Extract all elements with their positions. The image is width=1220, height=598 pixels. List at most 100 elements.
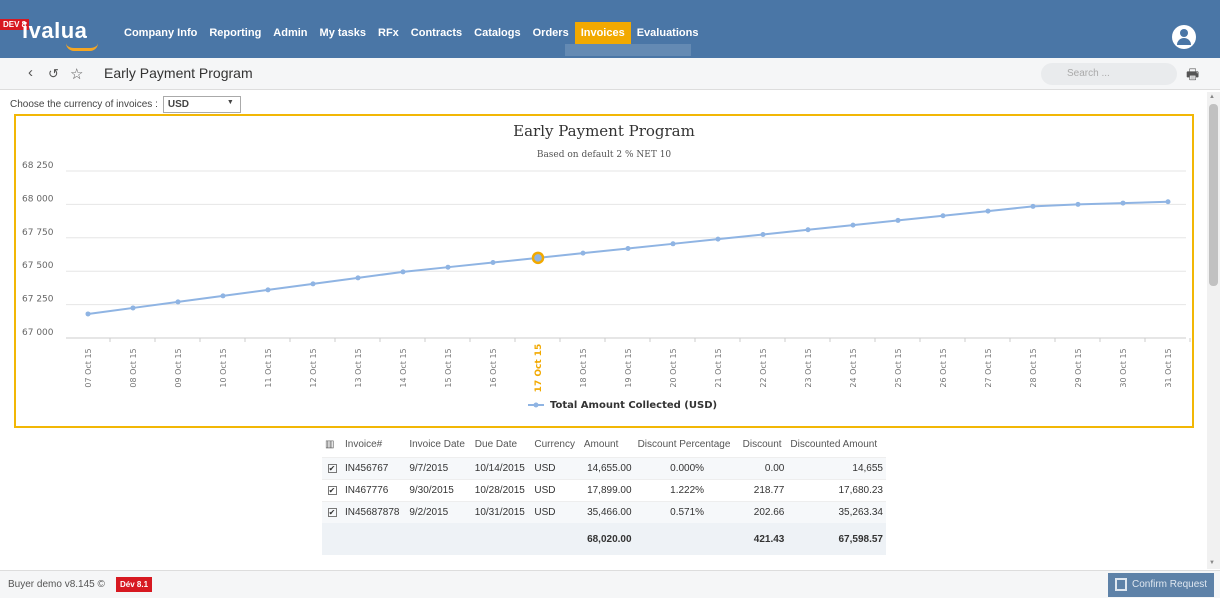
col-discount[interactable]: Discount [740, 432, 788, 457]
total-discounted: 67,598.57 [787, 523, 886, 555]
cell-amount: 35,466.00 [587, 506, 632, 518]
scroll-up-arrow-icon[interactable]: ▲ [1209, 94, 1215, 100]
data-point [85, 311, 91, 317]
data-point [130, 305, 136, 311]
data-point [1165, 199, 1171, 205]
nav-company-info[interactable]: Company Info [118, 24, 203, 44]
x-tick-label: 31 Oct 15 [1164, 348, 1173, 387]
cell-discount: 202.66 [753, 506, 785, 518]
data-point [175, 299, 181, 305]
y-tick-label: 68 000 [22, 194, 54, 204]
table-row[interactable]: ✔ IN45687878 9/2/2015 10/31/2015 USD 35,… [322, 501, 886, 523]
cell-due-date: 10/28/2015 [474, 484, 525, 496]
footer-version: Buyer demo v8.145 © [8, 579, 105, 590]
x-tick-label: 30 Oct 15 [1119, 348, 1128, 387]
x-tick-label: 12 Oct 15 [309, 348, 318, 387]
column-chooser-icon[interactable]: ▥ [322, 432, 342, 457]
cell-invoice-date: 9/7/2015 [409, 462, 449, 474]
cell-discounted: 35,263.34 [838, 506, 884, 518]
cell-invoice: IN456767 [345, 462, 389, 474]
data-point [220, 293, 226, 299]
nav-admin[interactable]: Admin [267, 24, 313, 44]
data-point [400, 269, 406, 275]
col-amount[interactable]: Amount [581, 432, 635, 457]
legend-label: Total Amount Collected (USD) [550, 400, 717, 411]
data-point [625, 245, 631, 251]
chart-subtitle: Based on default 2 % NET 10 [537, 150, 672, 160]
scrollbar-thumb[interactable] [1209, 104, 1218, 286]
chevron-down-icon: ▼ [226, 99, 234, 106]
currency-selector-row: Choose the currency of invoices : USD ▼ [10, 96, 241, 113]
x-tick-label: 18 Oct 15 [579, 348, 588, 387]
data-point [490, 260, 496, 266]
col-due-date[interactable]: Due Date [472, 432, 532, 457]
data-point [531, 251, 545, 265]
history-icon[interactable]: ↺ [48, 66, 59, 82]
x-tick-label: 22 Oct 15 [759, 348, 768, 387]
invoice-table: ▥ Invoice# Invoice Date Due Date Currenc… [322, 432, 886, 555]
x-tick-label: 17 Oct 15 [534, 344, 544, 393]
data-point [265, 287, 271, 293]
series-line [87, 200, 1169, 315]
calendar-icon [1115, 578, 1127, 591]
col-discounted-amount[interactable]: Discounted Amount [787, 432, 886, 457]
table-row[interactable]: ✔ IN456767 9/7/2015 10/14/2015 USD 14,65… [322, 457, 886, 479]
cell-discount-pct: 1.222% [670, 484, 705, 496]
nav-catalogs[interactable]: Catalogs [468, 24, 526, 44]
logo-swoosh [66, 43, 98, 51]
y-tick-label: 67 750 [22, 228, 54, 238]
x-tick-label: 29 Oct 15 [1074, 348, 1083, 387]
currency-value: USD [167, 99, 189, 110]
row-checkbox[interactable]: ✔ [327, 463, 337, 473]
top-nav-bar: DEV 8 ivalua Company Info Reporting Admi… [0, 0, 1220, 58]
data-point [1075, 201, 1081, 207]
nav-evaluations[interactable]: Evaluations [631, 24, 705, 44]
nav-my-tasks[interactable]: My tasks [314, 24, 372, 44]
col-discount-percentage[interactable]: Discount Percentage [635, 432, 740, 457]
printer-icon[interactable]: 🖶 [1186, 64, 1199, 88]
row-checkbox[interactable]: ✔ [327, 507, 337, 517]
y-tick-label: 67 000 [22, 328, 54, 338]
data-point [670, 241, 676, 247]
x-tick-label: 21 Oct 15 [714, 348, 723, 387]
totals-row: 68,020.00 421.43 67,598.57 [322, 523, 886, 555]
cell-invoice: IN467776 [345, 484, 389, 496]
user-avatar-icon[interactable] [1172, 25, 1196, 49]
x-tick-label: 09 Oct 15 [174, 348, 183, 387]
cell-discount-pct: 0.000% [670, 462, 705, 474]
x-tick-label: 10 Oct 15 [219, 348, 228, 387]
chevron-left-icon[interactable]: ‹ [28, 64, 33, 81]
cell-currency: USD [534, 484, 556, 496]
star-icon[interactable]: ☆ [70, 65, 83, 83]
confirm-request-button[interactable]: Confirm Request [1108, 573, 1214, 597]
row-checkbox[interactable]: ✔ [327, 485, 337, 495]
nav-reporting[interactable]: Reporting [203, 24, 267, 44]
table-header-row: ▥ Invoice# Invoice Date Due Date Currenc… [322, 432, 886, 457]
col-currency[interactable]: Currency [531, 432, 581, 457]
table-row[interactable]: ✔ IN467776 9/30/2015 10/28/2015 USD 17,8… [322, 479, 886, 501]
scroll-down-arrow-icon[interactable]: ▼ [1209, 560, 1215, 566]
data-point [1030, 203, 1036, 209]
nav-orders[interactable]: Orders [527, 24, 575, 44]
data-point [1120, 200, 1126, 206]
search-input[interactable]: Search ... [1041, 63, 1177, 85]
data-point [985, 208, 991, 214]
chart-title: Early Payment Program [513, 122, 695, 140]
chart-svg: Early Payment Program Based on default 2 … [22, 122, 1191, 411]
cell-discount-pct: 0.571% [670, 506, 705, 518]
col-invoice-date[interactable]: Invoice Date [406, 432, 471, 457]
cell-amount: 17,899.00 [587, 484, 632, 496]
nav-rfx[interactable]: RFx [372, 24, 405, 44]
nav-contracts[interactable]: Contracts [405, 24, 468, 44]
col-invoice[interactable]: Invoice# [342, 432, 406, 457]
currency-label: Choose the currency of invoices : [10, 99, 158, 110]
y-tick-label: 67 500 [22, 261, 54, 271]
cell-discount: 218.77 [753, 484, 785, 496]
early-payment-chart: Early Payment Program Based on default 2 … [14, 114, 1194, 428]
nav-invoices[interactable]: Invoices [574, 22, 631, 44]
currency-select[interactable]: USD ▼ [162, 96, 241, 113]
cell-due-date: 10/14/2015 [474, 462, 525, 474]
ivalua-logo[interactable]: ivalua [22, 18, 87, 44]
x-tick-label: 07 Oct 15 [84, 348, 93, 387]
x-tick-label: 13 Oct 15 [354, 348, 363, 387]
